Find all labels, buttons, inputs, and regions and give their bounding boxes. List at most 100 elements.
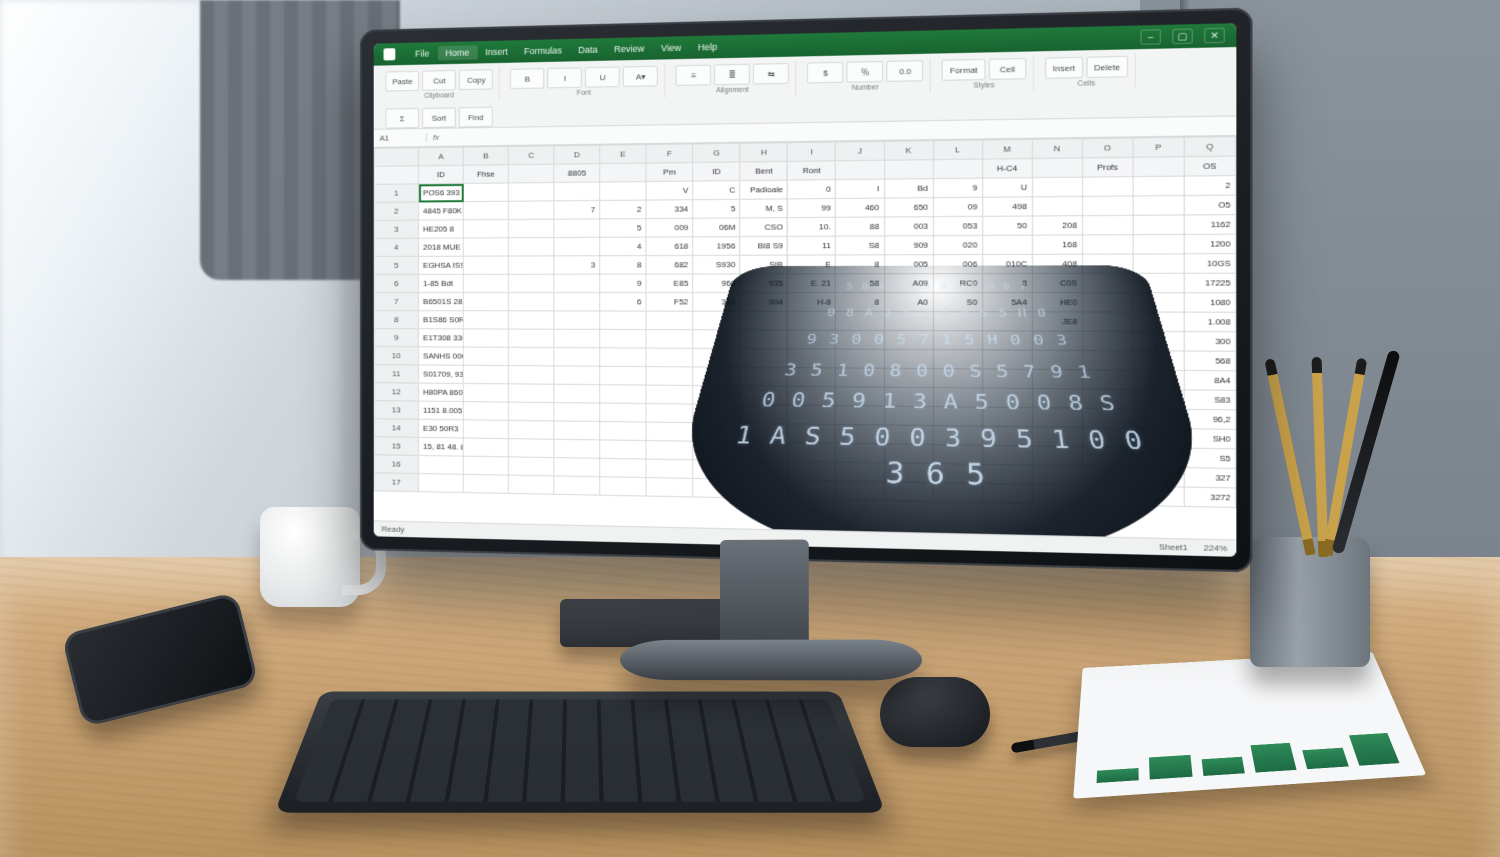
- row-header[interactable]: 2: [374, 202, 418, 220]
- cell[interactable]: [933, 407, 982, 427]
- cell[interactable]: [933, 483, 982, 503]
- cell[interactable]: HE0: [1032, 293, 1082, 312]
- cell[interactable]: Bd: [884, 179, 933, 198]
- column-header[interactable]: [374, 148, 418, 167]
- cell[interactable]: [1082, 485, 1133, 505]
- cell[interactable]: [884, 425, 933, 445]
- cell[interactable]: [508, 475, 554, 494]
- cell[interactable]: [693, 330, 740, 349]
- cell[interactable]: 8: [836, 255, 884, 274]
- cell[interactable]: B6501S 288: [419, 293, 464, 311]
- cell[interactable]: [1133, 351, 1184, 371]
- cell[interactable]: [463, 365, 508, 384]
- cell[interactable]: [788, 368, 836, 387]
- cell[interactable]: [693, 311, 740, 330]
- cell[interactable]: [463, 474, 508, 493]
- cell[interactable]: [1082, 254, 1133, 273]
- row-header[interactable]: 3: [374, 220, 418, 238]
- cell[interactable]: 50: [982, 216, 1032, 235]
- cell[interactable]: Prn: [646, 163, 693, 182]
- cell[interactable]: [646, 459, 693, 478]
- cell[interactable]: [554, 329, 600, 348]
- menu-tab-help[interactable]: Help: [689, 39, 725, 54]
- cell[interactable]: [693, 385, 740, 404]
- cell[interactable]: [463, 420, 508, 439]
- cell[interactable]: [933, 369, 982, 388]
- cell[interactable]: [1133, 467, 1184, 487]
- cell[interactable]: E30 50R3: [419, 419, 464, 438]
- cell[interactable]: [788, 424, 836, 443]
- cell[interactable]: [1082, 177, 1133, 197]
- cell[interactable]: [1082, 293, 1133, 312]
- cell[interactable]: [554, 182, 600, 201]
- cell[interactable]: [508, 366, 554, 385]
- cell[interactable]: S01709, 9308: [419, 365, 464, 384]
- cell[interactable]: [1133, 486, 1184, 506]
- cell[interactable]: 5: [693, 199, 740, 218]
- cell[interactable]: [646, 348, 693, 367]
- cell[interactable]: [1082, 196, 1133, 216]
- cell[interactable]: E: [788, 255, 836, 274]
- cell[interactable]: [740, 461, 788, 480]
- cell[interactable]: A09: [884, 274, 933, 293]
- cell[interactable]: [1032, 158, 1082, 178]
- cell[interactable]: [508, 219, 554, 238]
- cell[interactable]: [646, 404, 693, 423]
- cell[interactable]: 8805: [554, 164, 600, 183]
- cell[interactable]: [982, 464, 1032, 484]
- cell[interactable]: [933, 445, 982, 465]
- cell[interactable]: E1T308 330: [419, 329, 464, 347]
- cell[interactable]: CSO: [740, 218, 788, 237]
- cell[interactable]: 8A4: [1184, 370, 1236, 390]
- cell[interactable]: [508, 329, 554, 348]
- cell[interactable]: 682: [646, 255, 693, 274]
- cell[interactable]: [693, 423, 740, 442]
- cell[interactable]: S83: [1184, 390, 1236, 410]
- cell[interactable]: [982, 350, 1032, 369]
- cell[interactable]: 618: [646, 237, 693, 256]
- cell[interactable]: 300: [1184, 332, 1236, 352]
- cell[interactable]: V: [646, 181, 693, 200]
- ribbon-button[interactable]: Format: [942, 59, 985, 81]
- cell[interactable]: H80PA 8600: [419, 383, 464, 402]
- cell[interactable]: [933, 350, 982, 369]
- cell[interactable]: Ront: [788, 161, 836, 180]
- cell[interactable]: [554, 458, 600, 477]
- cell[interactable]: [693, 348, 740, 367]
- status-zoom[interactable]: 224%: [1204, 543, 1227, 553]
- cell[interactable]: 650: [884, 198, 933, 217]
- cell[interactable]: 1200: [1184, 234, 1236, 254]
- cell[interactable]: POS6 393: [419, 183, 464, 202]
- cell[interactable]: [982, 407, 1032, 427]
- cell[interactable]: [1032, 427, 1082, 447]
- cell[interactable]: U: [982, 178, 1032, 198]
- column-header[interactable]: N: [1032, 139, 1082, 159]
- cell[interactable]: 010C: [982, 254, 1032, 273]
- cell[interactable]: C0S: [1032, 273, 1082, 292]
- cell[interactable]: 005: [884, 255, 933, 274]
- cell[interactable]: [1032, 350, 1082, 370]
- cell[interactable]: [600, 329, 646, 348]
- cell[interactable]: [554, 403, 600, 422]
- cell[interactable]: [463, 329, 508, 347]
- column-header[interactable]: E: [600, 145, 646, 164]
- cell[interactable]: [982, 483, 1032, 503]
- cell[interactable]: [508, 384, 554, 403]
- cell[interactable]: [933, 464, 982, 484]
- cell[interactable]: 568: [1184, 351, 1236, 371]
- row-header[interactable]: 15: [374, 437, 418, 456]
- cell[interactable]: [740, 423, 788, 442]
- ribbon-button[interactable]: ≡: [676, 65, 711, 86]
- cell[interactable]: 6: [600, 293, 646, 312]
- cell[interactable]: [788, 405, 836, 424]
- cell[interactable]: [693, 367, 740, 386]
- cell[interactable]: [508, 238, 554, 256]
- cell[interactable]: [508, 274, 554, 292]
- cell[interactable]: [600, 348, 646, 367]
- ribbon-button[interactable]: Σ: [385, 108, 419, 129]
- cell[interactable]: [1133, 196, 1184, 216]
- cell[interactable]: [693, 478, 740, 497]
- cell[interactable]: [1032, 196, 1082, 216]
- cell[interactable]: [1082, 466, 1133, 486]
- cell[interactable]: [646, 330, 693, 349]
